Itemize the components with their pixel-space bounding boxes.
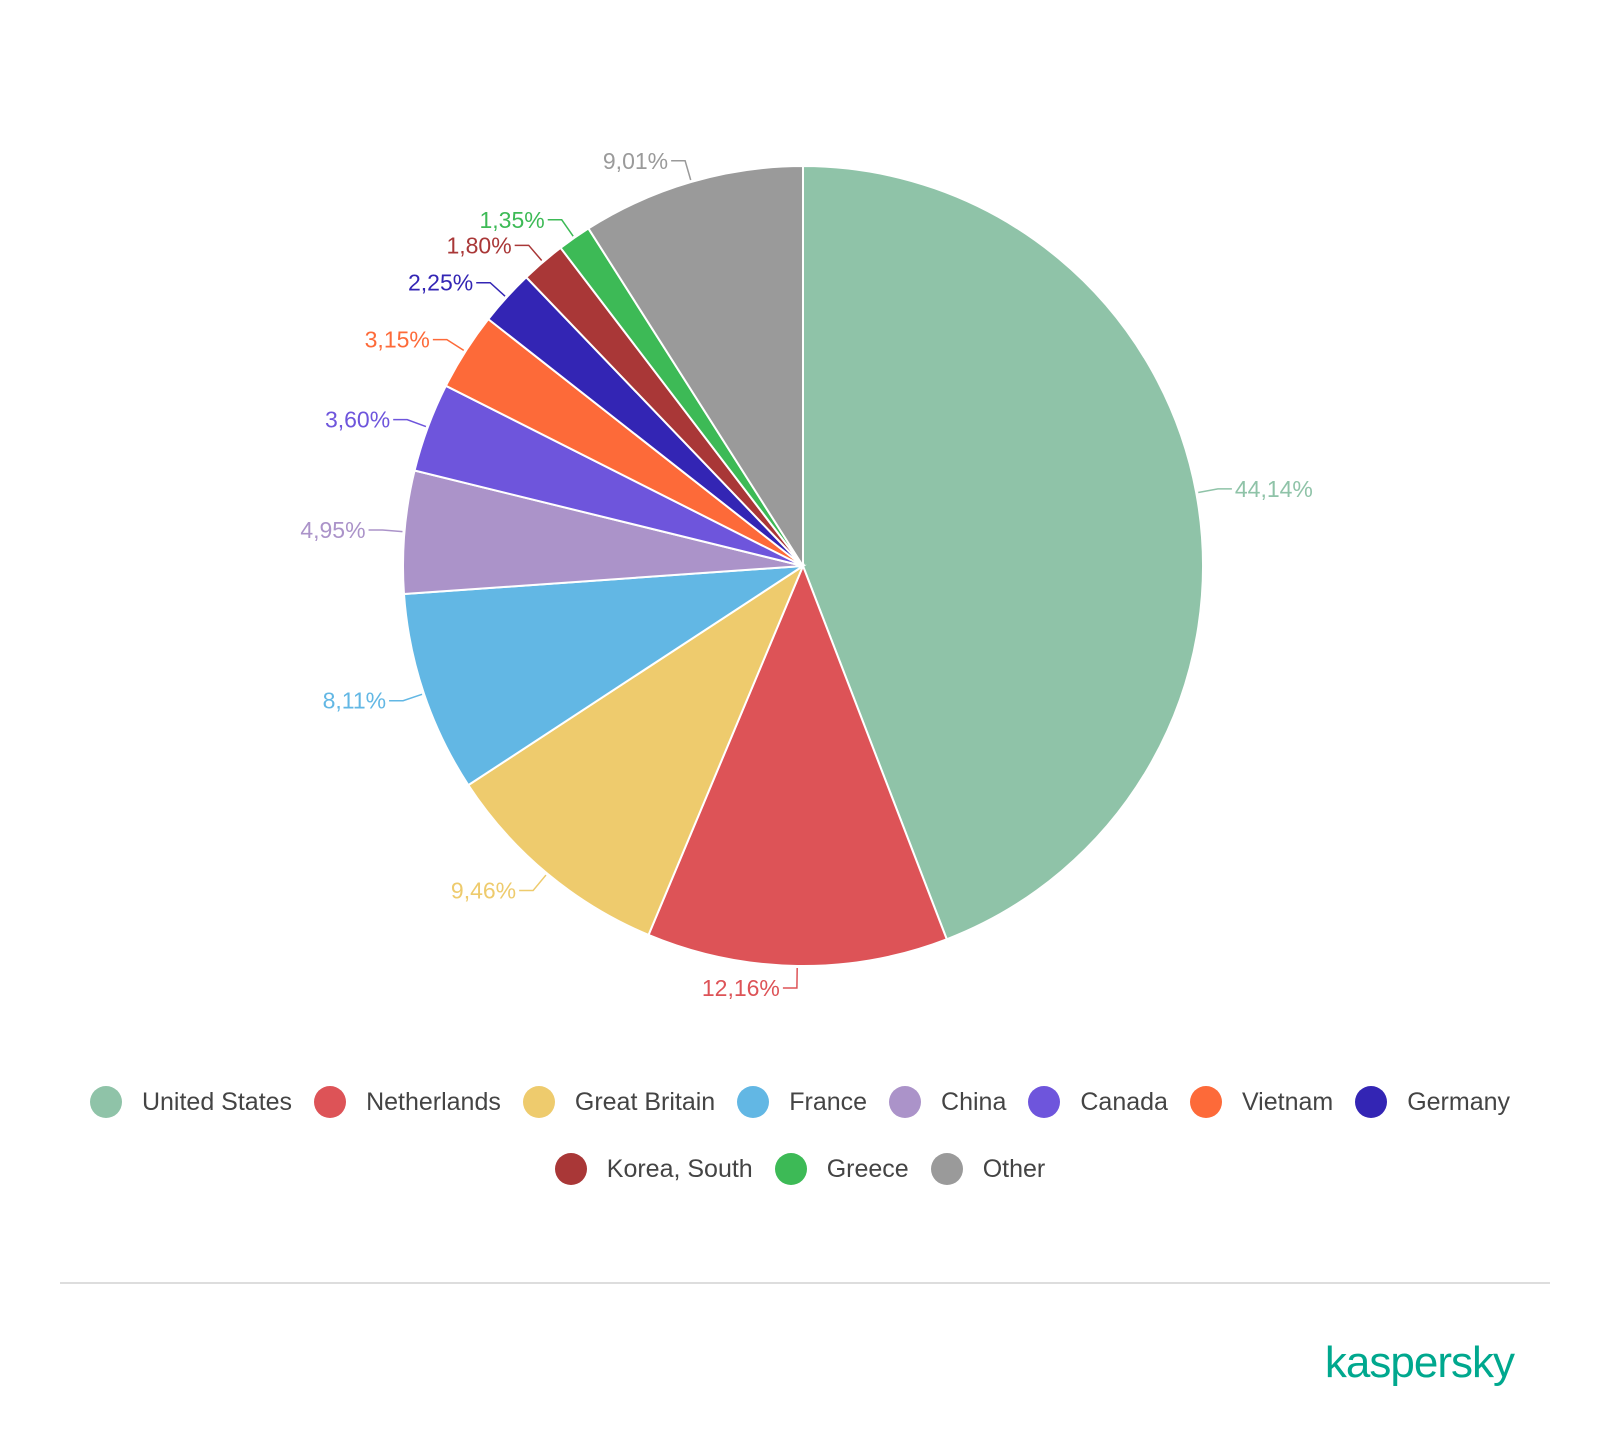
legend-label: United States — [141, 1087, 293, 1116]
leader-line-netherlands — [782, 967, 798, 989]
legend-row-1: United States Netherlands Great Britain Fra… — [0, 1086, 1600, 1118]
legend-item-vietnam[interactable]: Vietnam — [1189, 1086, 1334, 1118]
data-label-canada: 3,60% — [325, 407, 390, 433]
legend-item-germany[interactable]: Germany — [1355, 1086, 1510, 1118]
legend-label: Canada — [1080, 1087, 1168, 1116]
legend-item-united-states[interactable]: United States — [89, 1086, 293, 1118]
legend-item-canada[interactable]: Canada — [1028, 1086, 1168, 1118]
legend-label: Other — [982, 1154, 1046, 1183]
legend-item-other[interactable]: Other — [930, 1153, 1046, 1185]
legend-label: Netherlands — [366, 1087, 501, 1116]
legend-item-great-britain[interactable]: Great Britain — [522, 1086, 716, 1118]
legend-item-greece[interactable]: Greece — [774, 1153, 909, 1185]
leader-line-korea-south — [514, 244, 543, 262]
data-label-vietnam: 3,15% — [365, 327, 430, 353]
leader-line-united-states — [1198, 488, 1232, 494]
legend-swatch-icon — [774, 1153, 807, 1185]
legend-label: Great Britain — [574, 1087, 716, 1116]
leader-line-germany — [476, 281, 506, 297]
brand-logo: kaspersky — [1324, 1338, 1515, 1387]
legend-label: France — [789, 1087, 868, 1116]
legend-swatch-icon — [522, 1086, 555, 1118]
legend-label: Vietnam — [1241, 1087, 1334, 1116]
legend-swatch-icon — [554, 1153, 587, 1185]
data-label-netherlands: 12,16% — [702, 975, 780, 1001]
leader-line-france — [389, 693, 423, 702]
data-label-germany: 2,25% — [408, 270, 473, 296]
legend-item-korea-south[interactable]: Korea, South — [554, 1153, 753, 1185]
data-label-other: 9,01% — [603, 148, 668, 174]
legend-swatch-icon — [1355, 1086, 1388, 1118]
legend-swatch-icon — [737, 1086, 770, 1118]
legend-swatch-icon — [930, 1153, 963, 1185]
data-label-france: 8,11% — [323, 688, 387, 714]
leader-line-vietnam — [432, 338, 465, 351]
data-label-great-britain: 9,46% — [451, 877, 516, 903]
data-label-korea-south: 1,80% — [446, 232, 511, 258]
leader-line-greece — [547, 219, 574, 237]
leader-line-other — [671, 160, 692, 181]
legend-swatch-icon — [1028, 1086, 1061, 1118]
leader-line-china — [368, 529, 403, 533]
data-label-china: 4,95% — [300, 517, 365, 543]
divider — [60, 1282, 1550, 1284]
data-label-greece: 1,35% — [479, 207, 544, 233]
legend-label: Korea, South — [606, 1154, 753, 1183]
data-label-united-states: 44,14% — [1235, 476, 1313, 502]
legend-label: Greece — [826, 1154, 909, 1183]
leader-line-great-britain — [519, 874, 547, 892]
legend-item-netherlands[interactable]: Netherlands — [314, 1086, 501, 1118]
legend-swatch-icon — [314, 1086, 347, 1118]
legend-swatch-icon — [1189, 1086, 1222, 1118]
legend-swatch-icon — [89, 1086, 122, 1118]
legend-swatch-icon — [889, 1086, 922, 1118]
legend-item-china[interactable]: China — [889, 1086, 1006, 1118]
legend-label: China — [941, 1087, 1007, 1116]
legend-label: Germany — [1407, 1087, 1511, 1116]
pie-chart: 44,14% 12,16% 9,46% 8,11% 4,95% 3,60% 3,15% 2,2… — [300, 148, 1313, 1001]
leader-line-canada — [393, 418, 427, 428]
legend-row-2: Korea, South Greece Other — [0, 1153, 1600, 1185]
legend-item-france[interactable]: France — [737, 1086, 867, 1118]
